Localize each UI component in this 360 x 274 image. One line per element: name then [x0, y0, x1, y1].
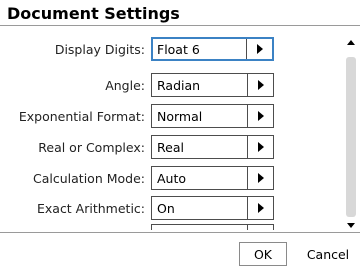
triangle-right-icon: [256, 44, 263, 54]
setting-label: Angle:: [105, 78, 145, 93]
setting-row-display-digits: Display Digits: Float 6: [0, 37, 336, 63]
select-value: Real: [157, 140, 184, 155]
document-settings-dialog: Document Settings Display Digits: Float …: [0, 0, 360, 274]
triangle-right-icon: [257, 142, 264, 152]
select-value: Float 6: [157, 42, 200, 57]
dropdown-arrow-button[interactable]: [247, 225, 273, 230]
ok-button[interactable]: OK: [239, 242, 287, 266]
calculation-mode-select[interactable]: Auto: [151, 166, 274, 190]
setting-label: Display Digits:: [54, 42, 145, 57]
real-or-complex-select[interactable]: Real: [151, 135, 274, 159]
setting-row-partial: [0, 224, 336, 230]
triangle-right-icon: [257, 111, 264, 121]
vertical-scrollbar[interactable]: [344, 40, 358, 228]
settings-list: Display Digits: Float 6 Angle: Radian Ex…: [0, 26, 360, 230]
scroll-up-arrow-icon[interactable]: [347, 40, 355, 45]
scroll-down-arrow-icon[interactable]: [347, 223, 355, 228]
setting-row-real-or-complex: Real or Complex: Real: [0, 135, 336, 161]
partial-select[interactable]: [151, 224, 274, 230]
setting-label: Exact Arithmetic:: [36, 201, 145, 216]
setting-row-calculation-mode: Calculation Mode: Auto: [0, 166, 336, 192]
dialog-title-bar: Document Settings: [0, 0, 360, 26]
dropdown-arrow-button[interactable]: [247, 197, 273, 219]
select-value: Normal: [157, 109, 203, 124]
setting-label: Calculation Mode:: [33, 171, 145, 186]
dropdown-arrow-button[interactable]: [247, 105, 273, 127]
cancel-button[interactable]: Cancel: [298, 242, 358, 266]
scroll-thumb[interactable]: [346, 57, 356, 217]
setting-row-exponential-format: Exponential Format: Normal: [0, 104, 336, 130]
select-value: On: [157, 201, 175, 216]
dropdown-arrow-button[interactable]: [247, 167, 273, 189]
setting-row-exact-arithmetic: Exact Arithmetic: On: [0, 196, 336, 222]
exponential-format-select[interactable]: Normal: [151, 104, 274, 128]
setting-row-angle: Angle: Radian: [0, 73, 336, 99]
setting-label: Real or Complex:: [38, 140, 145, 155]
triangle-right-icon: [257, 173, 264, 183]
select-value: Auto: [157, 171, 187, 186]
dropdown-arrow-button[interactable]: [246, 39, 272, 59]
exact-arithmetic-select[interactable]: On: [151, 196, 274, 220]
setting-label: Exponential Format:: [18, 109, 145, 124]
dialog-footer: OK Cancel: [0, 232, 360, 274]
dialog-title: Document Settings: [7, 4, 180, 23]
display-digits-select[interactable]: Float 6: [151, 37, 274, 61]
select-value: Radian: [157, 78, 201, 93]
dropdown-arrow-button[interactable]: [247, 74, 273, 96]
triangle-right-icon: [257, 203, 264, 213]
dropdown-arrow-button[interactable]: [247, 136, 273, 158]
angle-select[interactable]: Radian: [151, 73, 274, 97]
triangle-right-icon: [257, 80, 264, 90]
